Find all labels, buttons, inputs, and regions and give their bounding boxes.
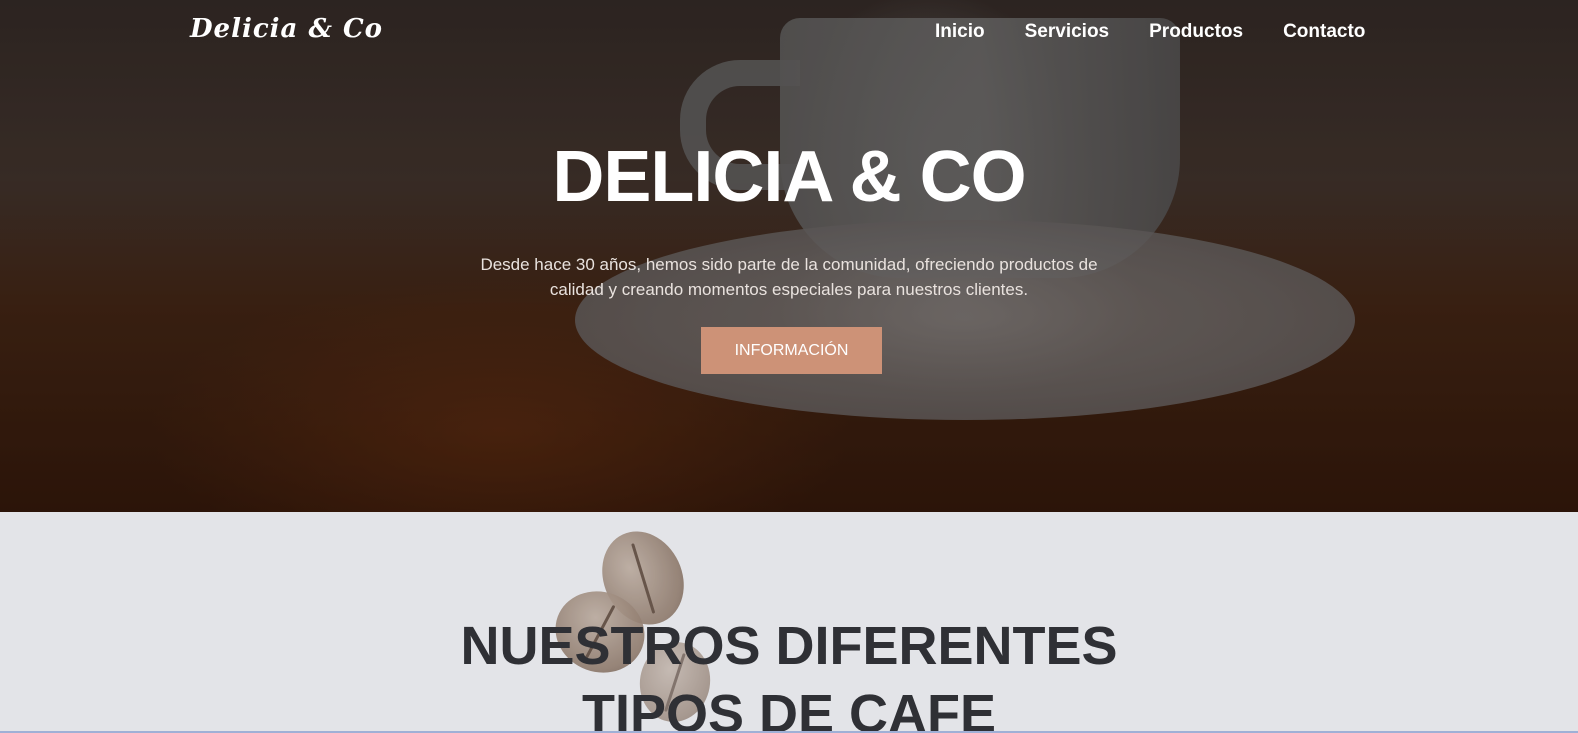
section-title-line-1: NUESTROS DIFERENTES [460,616,1118,676]
section-title-line-2: TIPOS DE CAFE [581,684,997,733]
hero-section: Delicia & Co Inicio Servicios Productos … [0,0,1578,512]
coffee-types-section: NUESTROS DIFERENTES TIPOS DE CAFE [0,512,1578,733]
section-title: NUESTROS DIFERENTES TIPOS DE CAFE [0,612,1578,733]
nav-link-contacto[interactable]: Contacto [1283,21,1365,43]
hero-description: Desde hace 30 años, hemos sido parte de … [480,255,1098,299]
information-button[interactable]: INFORMACIÓN [701,327,882,374]
hero-title: DELICIA & CO [552,137,1026,217]
logo[interactable]: Delicia & Co [190,14,383,44]
nav-link-inicio[interactable]: Inicio [935,21,985,43]
nav-links: Inicio Servicios Productos Contacto [935,21,1365,43]
nav-link-productos[interactable]: Productos [1149,21,1243,43]
nav-link-servicios[interactable]: Servicios [1025,21,1110,43]
navbar: Delicia & Co Inicio Servicios Productos … [0,0,1578,68]
